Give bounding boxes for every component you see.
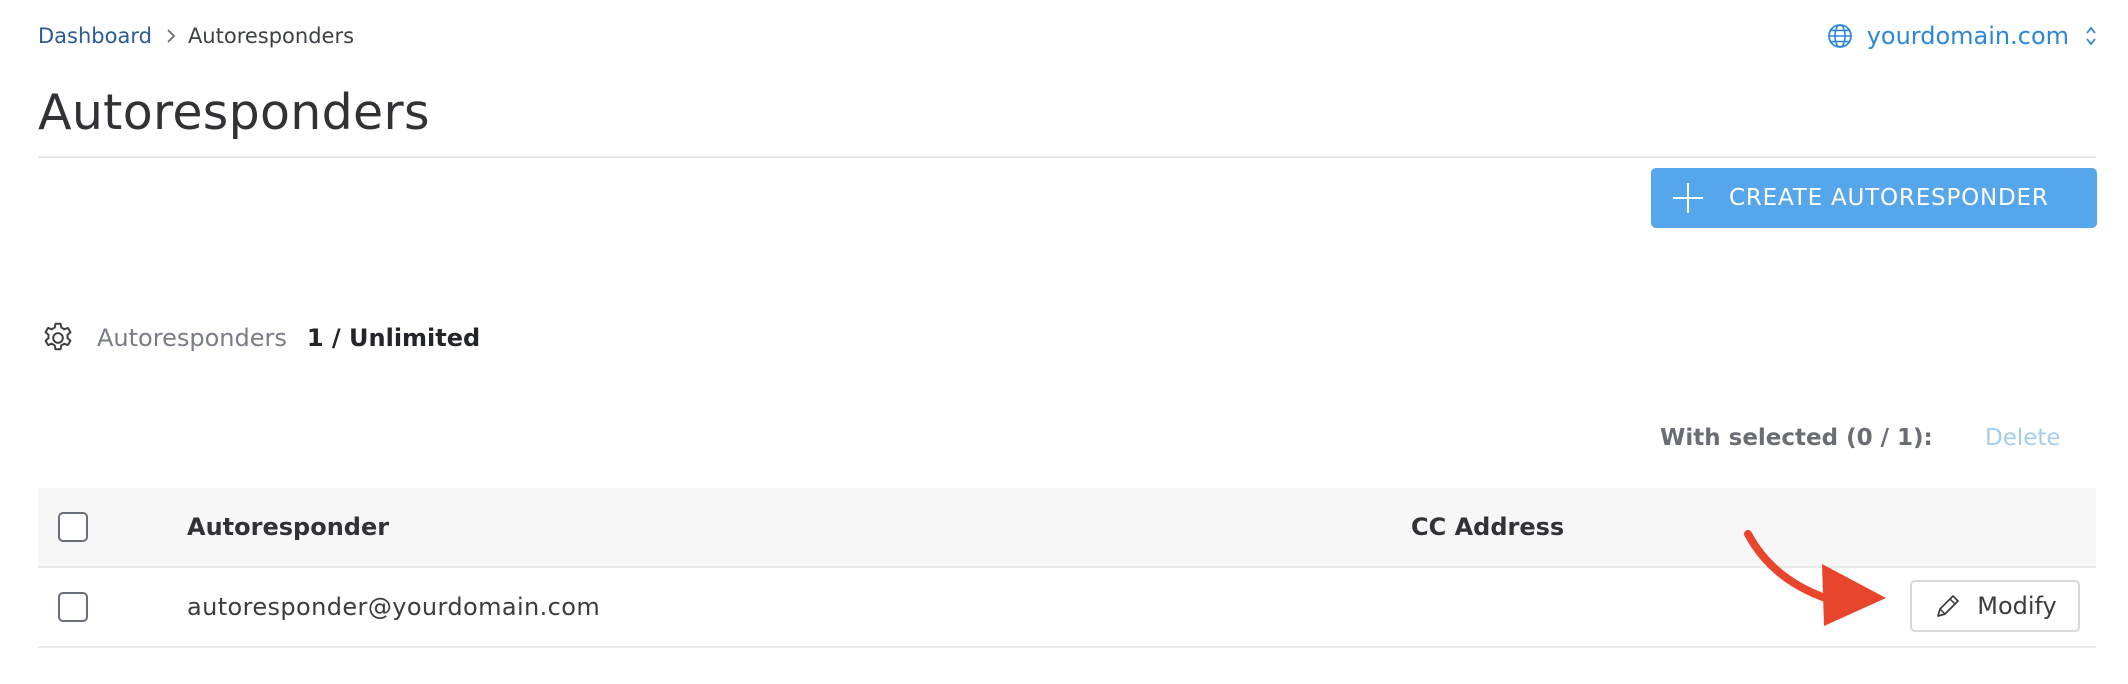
column-header-cc-address: CC Address	[1411, 513, 1565, 541]
plus-icon	[1671, 181, 1705, 215]
modify-button[interactable]: Modify	[1910, 580, 2080, 632]
select-all-checkbox[interactable]	[58, 512, 88, 542]
quota-label: Autoresponders	[97, 324, 287, 352]
create-autoresponder-label: CREATE AUTORESPONDER	[1729, 185, 2049, 211]
arrow-annotation	[1740, 530, 1890, 634]
quota-value: 1 / Unlimited	[306, 324, 481, 352]
globe-icon	[1827, 23, 1853, 49]
column-header-autoresponder: Autoresponder	[187, 513, 390, 541]
modify-label: Modify	[1977, 592, 2057, 620]
pencil-icon	[1933, 591, 1963, 621]
domain-switcher[interactable]: yourdomain.com	[1827, 18, 2097, 54]
domain-label: yourdomain.com	[1866, 22, 2069, 50]
title-divider	[38, 156, 2096, 158]
breadcrumb-dashboard-link[interactable]: Dashboard	[38, 24, 152, 48]
breadcrumb-current: Autoresponders	[187, 24, 355, 48]
page-title: Autoresponders	[38, 84, 430, 141]
autoresponder-address: autoresponder@yourdomain.com	[187, 593, 601, 621]
create-autoresponder-button[interactable]: CREATE AUTORESPONDER	[1651, 168, 2097, 228]
chevron-right-icon	[166, 28, 176, 44]
breadcrumb: Dashboard Autoresponders	[38, 22, 354, 50]
row-select-checkbox[interactable]	[58, 592, 88, 622]
delete-selected-button[interactable]: Delete	[1985, 422, 2061, 454]
selection-count: With selected (0 / 1):	[1660, 425, 1933, 451]
gear-icon	[40, 320, 76, 356]
updown-chevron-icon	[2085, 25, 2097, 47]
quota-summary: Autoresponders 1 / Unlimited	[40, 318, 480, 358]
